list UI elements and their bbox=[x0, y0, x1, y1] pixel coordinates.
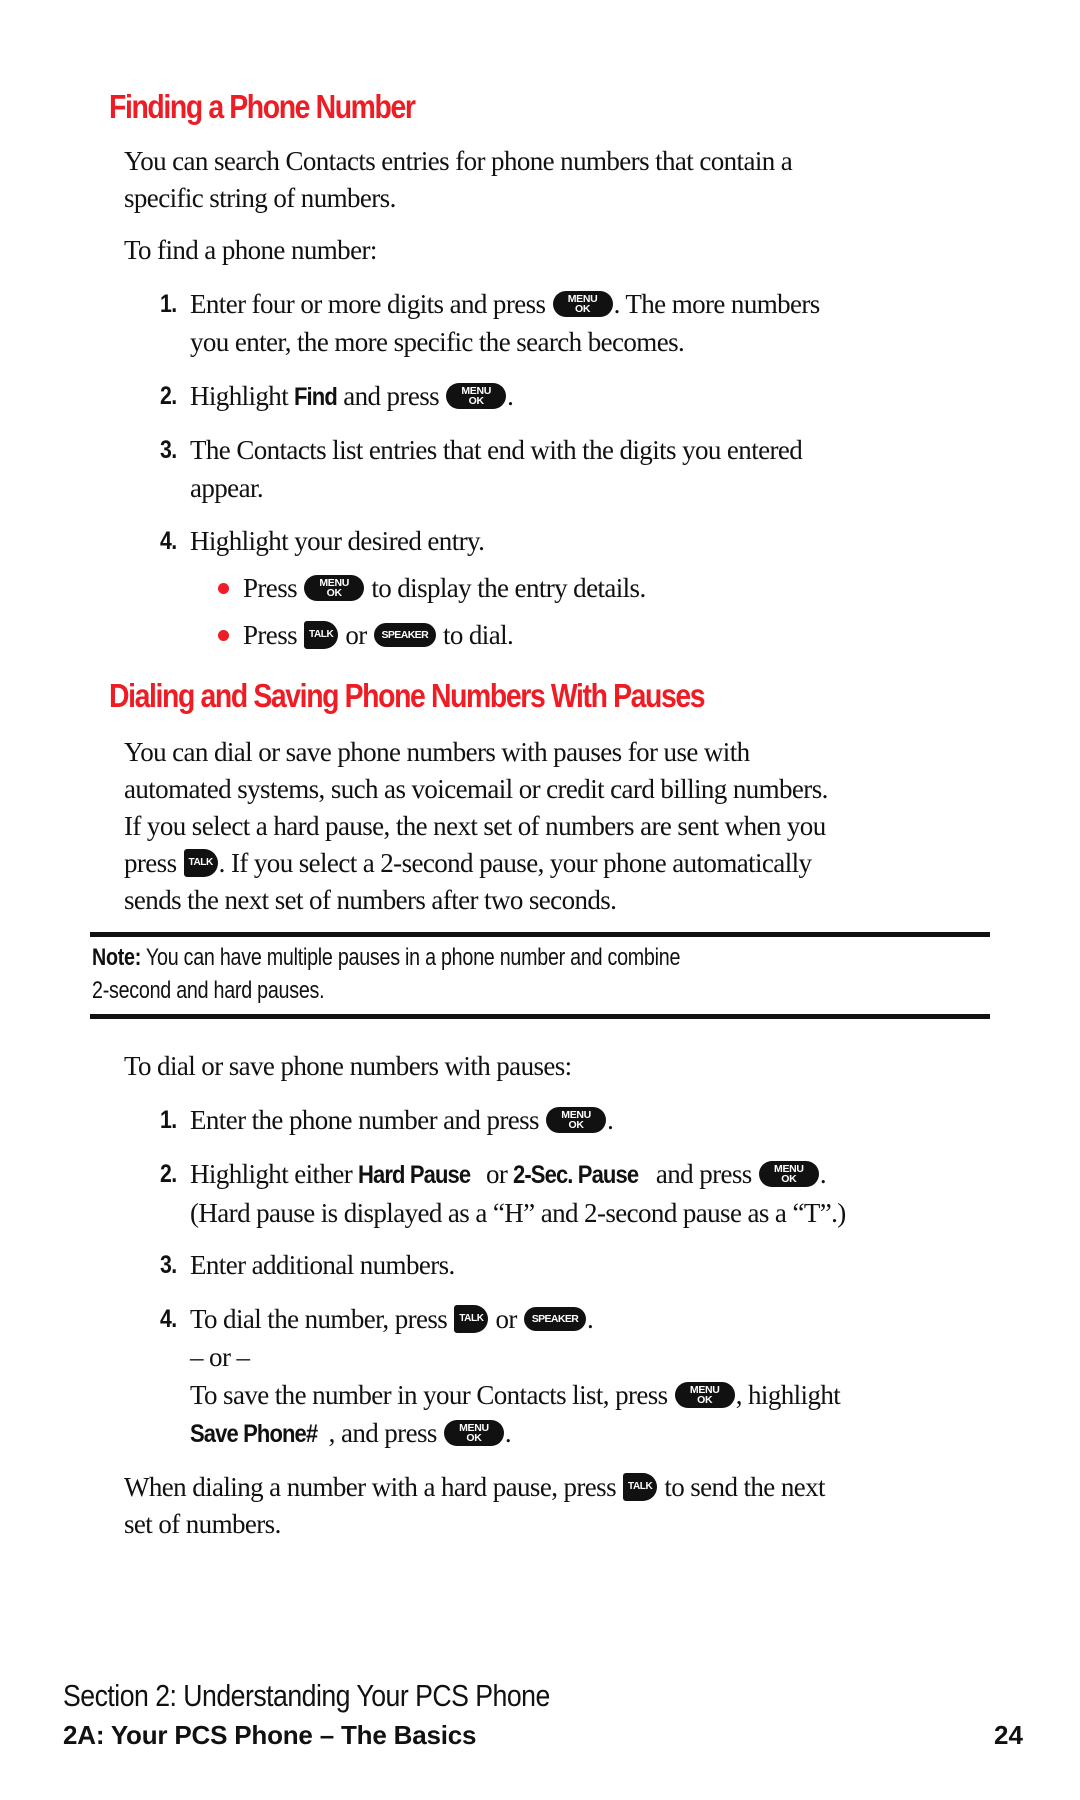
step-text: To save the number in your Contacts list… bbox=[190, 1380, 668, 1410]
menu-ok-key-icon: MENU OK bbox=[304, 574, 365, 601]
talk-key-icon: TALK bbox=[454, 1304, 489, 1333]
footer-section-title: Section 2: Understanding Your PCS Phone bbox=[63, 1678, 550, 1713]
menu-ok-key-icon: MENU OK bbox=[552, 290, 613, 317]
menu-ok-key-icon: MENU OK bbox=[674, 1381, 735, 1408]
step-number: 1. bbox=[160, 290, 177, 318]
step-number: 3. bbox=[160, 1251, 177, 1279]
intro-paragraph: You can search Contacts entries for phon… bbox=[124, 143, 1004, 217]
step-text: Highlight either bbox=[190, 1159, 353, 1189]
step-number: 1. bbox=[160, 1106, 177, 1134]
step-text: or bbox=[495, 1304, 518, 1334]
text-line: You can search Contacts entries for phon… bbox=[124, 146, 793, 176]
talk-key-icon: TALK bbox=[304, 620, 339, 649]
text-line: to send the next bbox=[664, 1472, 825, 1502]
speaker-key-icon: SPEAKER bbox=[523, 1306, 586, 1331]
note-bottom-rule bbox=[90, 1014, 990, 1019]
text-line: press TALK. If you select a 2-second pau… bbox=[124, 848, 812, 878]
talk-key-icon: TALK bbox=[183, 848, 218, 877]
step-text: , and press bbox=[328, 1418, 438, 1448]
speaker-key-icon: SPEAKER bbox=[373, 622, 436, 647]
bullet-text: Press bbox=[243, 573, 298, 603]
section-heading-dialing-pauses: Dialing and Saving Phone Numbers With Pa… bbox=[109, 677, 706, 714]
bullet-text: or bbox=[345, 620, 367, 650]
menu-ok-key-icon: MENU OK bbox=[546, 1106, 607, 1133]
ui-term-save-phone: Save Phone# bbox=[190, 1420, 318, 1448]
pauses-paragraph: You can dial or save phone numbers with … bbox=[124, 734, 1004, 919]
text-line: If you select a hard pause, the next set… bbox=[124, 811, 826, 841]
step-text: . bbox=[507, 381, 514, 411]
ui-term-hard-pause: Hard Pause bbox=[358, 1161, 471, 1189]
ui-term-find: Find bbox=[294, 383, 338, 411]
bullet-dot-icon bbox=[218, 630, 229, 641]
lead-text: To dial or save phone numbers with pause… bbox=[124, 1051, 572, 1081]
note-text: You can have multiple pauses in a phone … bbox=[141, 944, 681, 971]
step-text: Highlight bbox=[190, 381, 289, 411]
bullet-text: Press bbox=[243, 620, 298, 650]
text-line: sends the next set of numbers after two … bbox=[124, 885, 617, 915]
step-text: . The more numbers bbox=[613, 289, 821, 319]
step-number: 4. bbox=[160, 527, 177, 555]
step-number: 4. bbox=[160, 1305, 177, 1333]
step-text: Enter four or more digits and press bbox=[190, 289, 546, 319]
or-separator: – or – bbox=[190, 1342, 250, 1372]
note-text: 2-second and hard pauses. bbox=[92, 977, 325, 1004]
bullet-dot-icon bbox=[218, 583, 229, 594]
step-text: and press bbox=[343, 381, 440, 411]
step-text: and press bbox=[655, 1159, 752, 1189]
step-text: , highlight bbox=[735, 1380, 841, 1410]
footer-chapter-title: 2A: Your PCS Phone – The Basics bbox=[63, 1720, 477, 1750]
text-line: You can dial or save phone numbers with … bbox=[124, 737, 750, 767]
step-text: . bbox=[607, 1105, 614, 1135]
menu-ok-key-icon: MENU OK bbox=[443, 1419, 504, 1446]
step-text: Highlight your desired entry. bbox=[190, 526, 485, 556]
lead-text: To find a phone number: bbox=[124, 235, 377, 265]
menu-ok-key-icon: MENU OK bbox=[446, 382, 507, 409]
step-text: The Contacts list entries that end with … bbox=[190, 435, 803, 465]
text-line: set of numbers. bbox=[124, 1509, 281, 1539]
step-text: Enter additional numbers. bbox=[190, 1250, 455, 1280]
note-box: Note: You can have multiple pauses in a … bbox=[92, 941, 680, 1007]
note-label: Note: bbox=[92, 944, 142, 971]
text-line: automated systems, such as voicemail or … bbox=[124, 774, 828, 804]
closing-paragraph: When dialing a number with a hard pause,… bbox=[124, 1469, 1004, 1543]
step-text: or bbox=[486, 1159, 508, 1189]
note-top-rule bbox=[90, 932, 990, 937]
step-text: appear. bbox=[190, 473, 264, 503]
step-text: (Hard pause is displayed as a “H” and 2-… bbox=[190, 1198, 846, 1228]
step-number: 2. bbox=[160, 1160, 177, 1188]
ui-term-2-sec-pause: 2-Sec. Pause bbox=[513, 1161, 639, 1189]
menu-ok-key-icon: MENU OK bbox=[758, 1160, 819, 1187]
step-text: you enter, the more specific the search … bbox=[190, 327, 685, 357]
text-line: When dialing a number with a hard pause,… bbox=[124, 1472, 617, 1502]
bullet-text: to display the entry details. bbox=[371, 573, 646, 603]
step-number: 2. bbox=[160, 382, 177, 410]
step-text: To dial the number, press bbox=[190, 1304, 448, 1334]
step-number: 3. bbox=[160, 436, 177, 464]
step-text: Enter the phone number and press bbox=[190, 1105, 540, 1135]
page-number: 24 bbox=[994, 1720, 1023, 1750]
talk-key-icon: TALK bbox=[623, 1472, 658, 1501]
text-line: specific string of numbers. bbox=[124, 183, 396, 213]
section-heading-finding-phone-number: Finding a Phone Number bbox=[109, 88, 416, 125]
bullet-text: to dial. bbox=[442, 620, 514, 650]
